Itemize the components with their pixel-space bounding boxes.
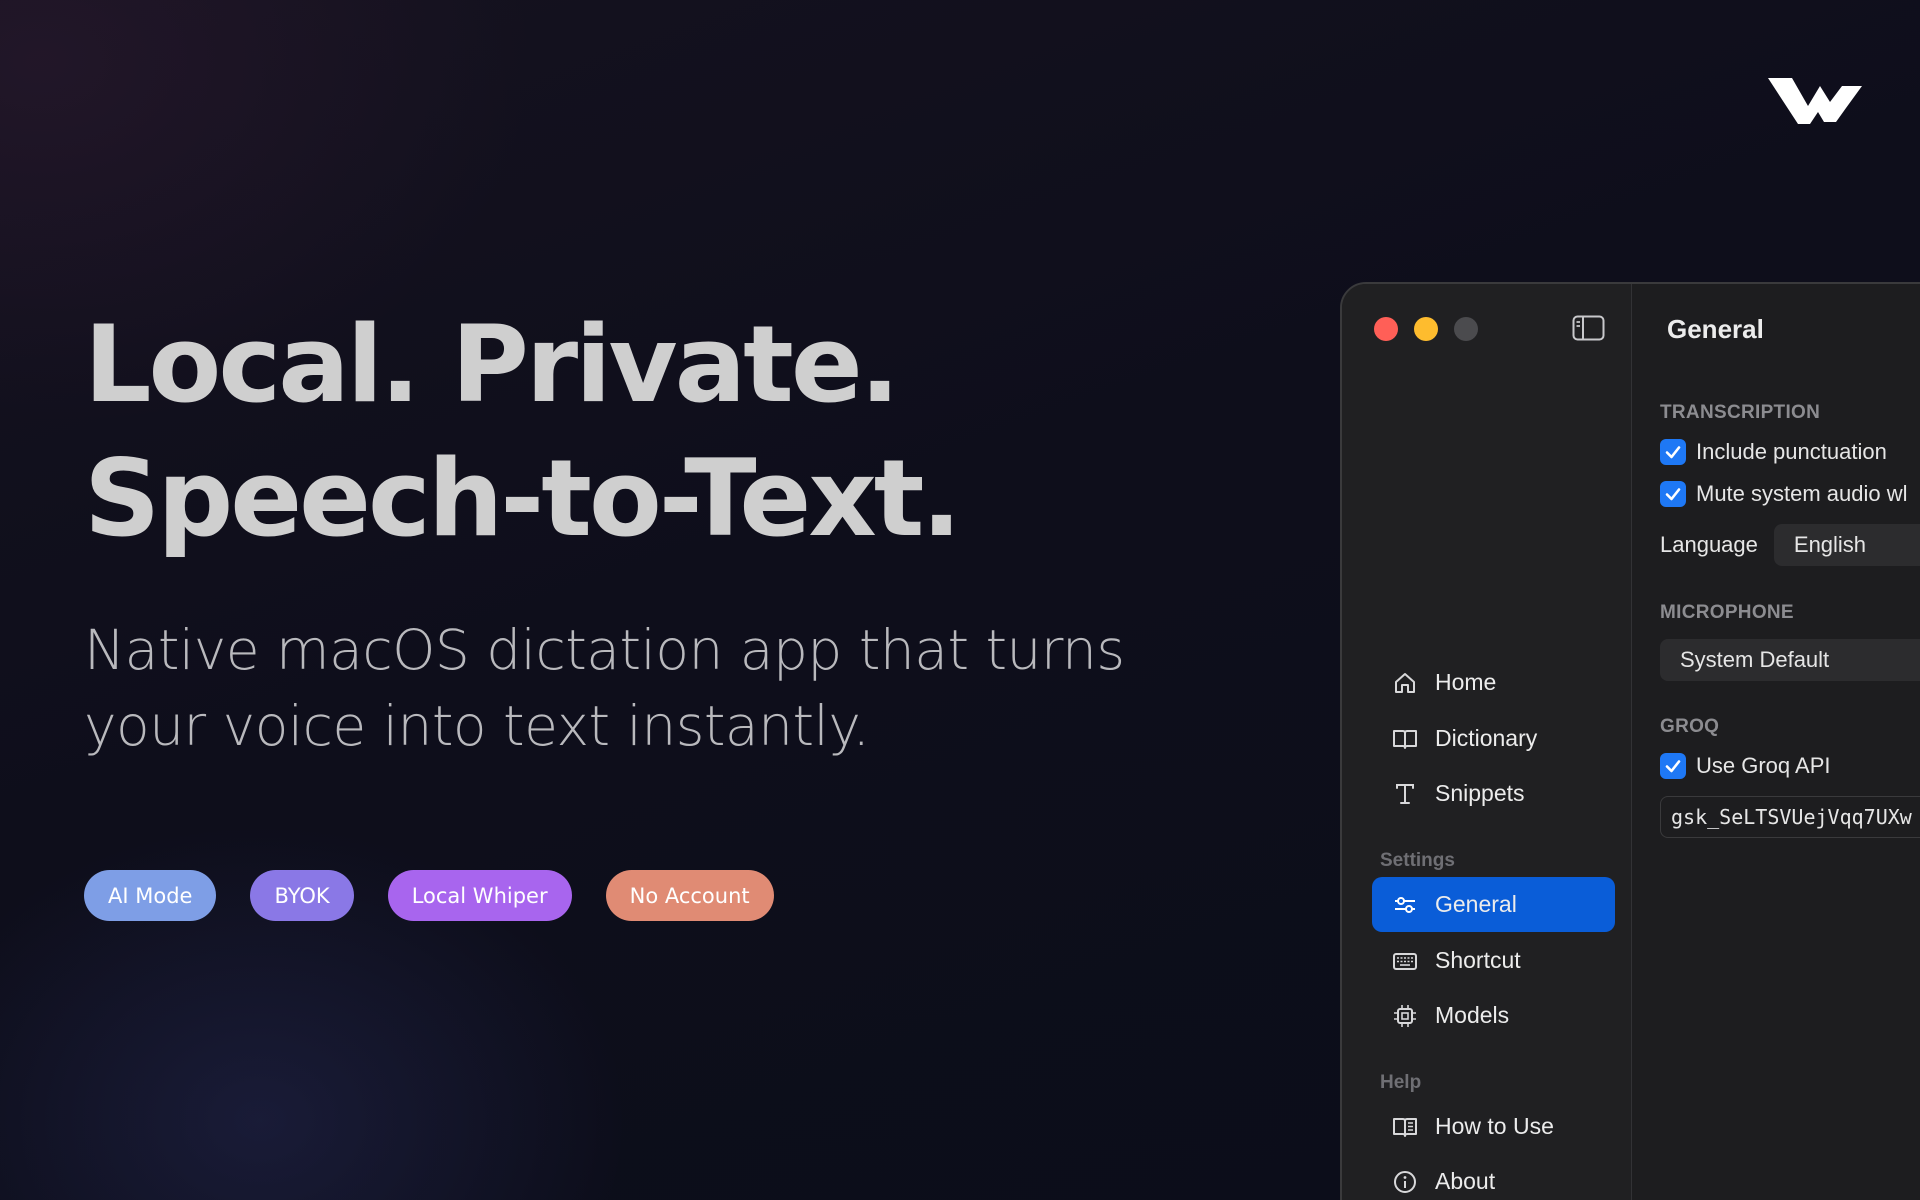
sidebar-item-shortcut[interactable]: Shortcut [1372, 933, 1615, 988]
language-label: Language [1660, 532, 1758, 557]
include-punctuation-checkbox[interactable]: Include punctuation [1660, 439, 1887, 465]
headline-line-1: Local. Private. [84, 303, 900, 426]
badge-local-whiper: Local Whiper [387, 870, 572, 921]
page-title: General [1667, 314, 1764, 344]
badge-ai-mode: AI Mode [84, 870, 217, 921]
sidebar-toggle-icon[interactable] [1572, 315, 1605, 341]
open-book-icon [1392, 1114, 1418, 1140]
groq-api-key-input[interactable]: gsk_SeLTSVUejVqq7UXw [1660, 796, 1920, 838]
microphone-group-label: MICROPHONE [1660, 602, 1794, 623]
sidebar-item-label: About [1435, 1168, 1496, 1194]
sidebar-item-general[interactable]: General [1372, 877, 1615, 932]
sidebar-item-label: Dictionary [1435, 725, 1538, 751]
sidebar-item-label: Shortcut [1435, 947, 1521, 973]
badge-byok: BYOK [250, 870, 354, 921]
sliders-icon [1392, 892, 1418, 918]
sidebar-item-label: How to Use [1435, 1113, 1554, 1139]
checkbox-label: Use Groq API [1696, 753, 1831, 778]
info-icon [1392, 1169, 1418, 1195]
microphone-row: System Default [1660, 639, 1920, 681]
hero-subtitle: Native macOS dictation app that turns yo… [84, 618, 1125, 758]
headline-line-2: Speech-to-Text. [84, 437, 962, 560]
feature-badges: AI Mode BYOK Local Whiper No Account [84, 870, 774, 921]
landing-page: Local. Private. Speech-to-Text. Native m… [0, 0, 1920, 1200]
house-icon [1392, 670, 1418, 696]
sidebar-item-dictionary[interactable]: Dictionary [1372, 711, 1615, 766]
use-groq-checkbox[interactable]: Use Groq API [1660, 753, 1831, 779]
settings-content: General TRANSCRIPTION Include punctuatio… [1632, 284, 1920, 1200]
zoom-button[interactable] [1454, 317, 1478, 341]
app-window: Home Dictionary Snippets Settings Genera… [1340, 282, 1920, 1200]
sidebar: Home Dictionary Snippets Settings Genera… [1342, 284, 1632, 1200]
microphone-select[interactable]: System Default [1660, 639, 1920, 681]
sidebar-item-snippets[interactable]: Snippets [1372, 766, 1615, 821]
sidebar-item-how-to-use[interactable]: How to Use [1372, 1099, 1615, 1154]
mute-system-audio-checkbox[interactable]: Mute system audio wl [1660, 481, 1908, 507]
settings-section-label: Settings [1380, 850, 1455, 871]
book-icon [1392, 726, 1418, 752]
cpu-icon [1392, 1003, 1418, 1029]
badge-no-account: No Account [605, 870, 774, 921]
checkbox-label: Mute system audio wl [1696, 481, 1908, 506]
checkmark-icon [1660, 439, 1686, 465]
keyboard-icon [1392, 948, 1418, 974]
brand-logo-icon [1768, 78, 1862, 124]
groq-group-label: GROQ [1660, 716, 1720, 737]
sidebar-item-label: Snippets [1435, 780, 1525, 806]
sidebar-item-models[interactable]: Models [1372, 988, 1615, 1043]
sidebar-item-label: General [1435, 891, 1517, 917]
language-select[interactable]: English [1773, 524, 1920, 566]
hero-headline: Local. Private. Speech-to-Text. [84, 298, 962, 566]
checkbox-label: Include punctuation [1696, 439, 1887, 464]
sidebar-item-label: Models [1435, 1002, 1510, 1028]
checkmark-icon [1660, 481, 1686, 507]
text-t-icon [1392, 781, 1418, 807]
language-row: Language English [1660, 524, 1920, 566]
sidebar-item-about[interactable]: About [1372, 1154, 1615, 1200]
window-controls [1374, 317, 1478, 341]
sidebar-item-home[interactable]: Home [1372, 655, 1615, 710]
transcription-group-label: TRANSCRIPTION [1660, 402, 1821, 423]
close-button[interactable] [1374, 317, 1398, 341]
minimize-button[interactable] [1414, 317, 1438, 341]
sidebar-item-label: Home [1435, 669, 1497, 695]
checkmark-icon [1660, 753, 1686, 779]
help-section-label: Help [1380, 1072, 1422, 1093]
